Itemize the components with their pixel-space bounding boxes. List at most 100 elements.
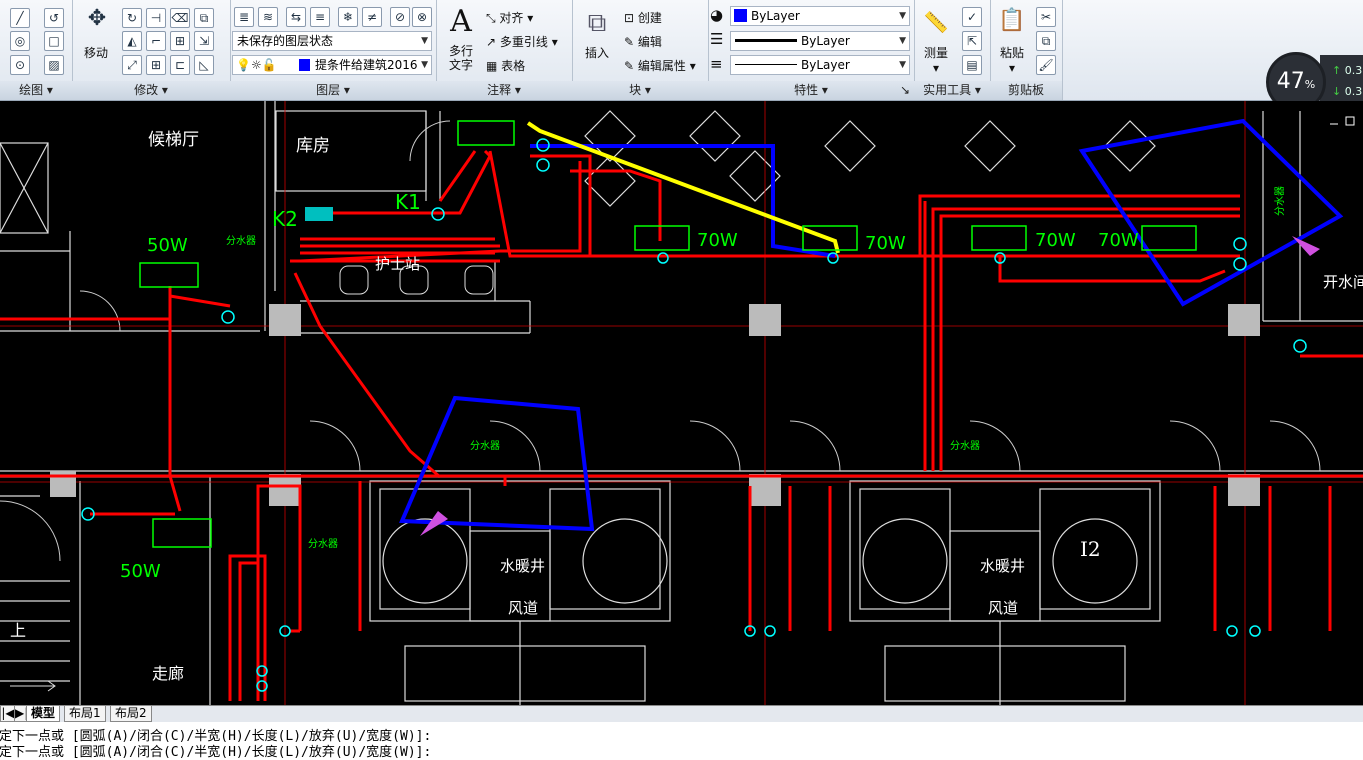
layers-panel-title[interactable]: 图层 ▾ (230, 81, 436, 100)
color-wheel-icon[interactable]: ◕ (710, 6, 723, 24)
paste-icon[interactable]: 📋 (994, 8, 1030, 33)
draw-panel-title[interactable]: 绘图 ▾ (0, 81, 72, 100)
tab-layout1[interactable]: 布局1 (64, 706, 106, 722)
cad-drawing[interactable]: 候梯厅 库房 护士站 开水间 水暖井 风道 水暖井 风道 走廊 上 K1 K2 … (0, 101, 1363, 705)
layer-unlock-icon[interactable]: ⊗ (412, 7, 432, 27)
properties-panel: ◕ ByLayer ▼ ☰ ByLayer ▼ ≡ ByLayer ▼ 特性 ▾ ↘ (708, 0, 915, 100)
paste-label[interactable]: 粘贴 ▾ (994, 44, 1030, 75)
power-label: 50W (147, 235, 188, 256)
array-icon[interactable]: ⊞ (146, 55, 166, 75)
match-properties-icon[interactable]: 🖌 (1036, 55, 1056, 75)
hatch-icon[interactable]: ▨ (44, 55, 64, 75)
circle-icon[interactable]: ◎ (10, 31, 30, 51)
layer-properties-icon[interactable]: ≣ (234, 7, 254, 27)
utilities-panel-title[interactable]: 实用工具 ▾ (914, 81, 990, 100)
polyline-icon[interactable]: ↺ (44, 8, 64, 28)
scale-icon[interactable]: ⤢ (122, 55, 142, 75)
measure-icon[interactable]: 📏 (918, 10, 954, 34)
table-button[interactable]: ▦ 表格 (486, 57, 525, 74)
utilities-panel: 📏 测量 ▾ ✓ ⇱ ▤ 实用工具 ▾ (914, 0, 991, 100)
heating-pipes (0, 149, 1363, 701)
move-label[interactable]: 移动 (84, 44, 108, 61)
drawing-canvas[interactable]: 候梯厅 库房 护士站 开水间 水暖井 风道 水暖井 风道 走廊 上 K1 K2 … (0, 101, 1363, 705)
mtext-icon[interactable]: A (446, 4, 476, 39)
tag-label: I2 (1080, 537, 1101, 561)
room-label: 开水间 (1323, 273, 1363, 291)
power-labels: 50W 50W 70W 70W 70W 70W (120, 230, 1139, 582)
layer-lock-icon[interactable]: ⊘ (390, 7, 410, 27)
insert-label[interactable]: 插入 (580, 44, 614, 61)
explode-icon[interactable]: ⊞ (170, 31, 190, 51)
clipboard-panel-title[interactable]: 剪贴板 (990, 81, 1062, 100)
draw-panel: ╱ ↺ ◎ □ ⊙ ▨ 绘图 ▾ (0, 0, 73, 100)
rotate-icon[interactable]: ↻ (122, 8, 142, 28)
layout-tab-bar: |◀ ▶| 模型 布局1 布局2 (0, 705, 1363, 722)
mirror-icon[interactable]: ◭ (122, 31, 142, 51)
create-block-button[interactable]: ⊡ 创建 (624, 9, 662, 26)
network-speed-panel: ↑ 0.3 ↓ 0.3 (1320, 55, 1363, 103)
quick-select-icon[interactable]: ✓ (962, 7, 982, 27)
layer-match-icon[interactable]: ≋ (258, 7, 278, 27)
move-icon[interactable]: ✥ (84, 8, 110, 36)
layer-freeze-icon[interactable]: ❄ (338, 7, 358, 27)
walls (0, 101, 1363, 705)
tab-model[interactable]: 模型 (26, 706, 61, 722)
ribbon: ╱ ↺ ◎ □ ⊙ ▨ 绘图 ▾ ✥ 移动 ↻ ⊣ ⌫ ⧉ ◭ ⌐ ⊞ ⇲ ⤢ … (0, 0, 1363, 101)
blue-markup (399, 118, 1344, 532)
edit-block-button[interactable]: ✎ 编辑 (624, 33, 662, 50)
copy-icon[interactable]: ⧉ (194, 8, 214, 28)
stretch-icon[interactable]: ⇲ (194, 31, 214, 51)
chamfer-icon[interactable]: ◺ (194, 55, 214, 75)
room-label: 候梯厅 (148, 130, 199, 150)
align-button[interactable]: ⤡ 对齐 ▾ (486, 9, 533, 26)
lineweight-preview (735, 64, 797, 65)
trim-icon[interactable]: ⊣ (146, 8, 166, 28)
power-label: 50W (120, 561, 161, 582)
rectangle-icon[interactable]: □ (44, 31, 64, 51)
erase-icon[interactable]: ⌫ (170, 8, 190, 28)
fillet-icon[interactable]: ⌐ (146, 31, 166, 51)
line-icon[interactable]: ╱ (10, 8, 30, 28)
measure-label[interactable]: 测量 ▾ (918, 44, 954, 75)
tab-layout2[interactable]: 布局2 (110, 706, 152, 722)
mleader-button[interactable]: ↗ 多重引线 ▾ (486, 33, 558, 50)
layer-off-icon[interactable]: ≠ (362, 7, 382, 27)
annotation-panel-title[interactable]: 注释 ▾ (436, 81, 572, 100)
layer-previous-icon[interactable]: ⇆ (286, 7, 306, 27)
hatched-equipment (305, 207, 333, 221)
viewport-window-controls (1330, 116, 1355, 126)
mtext-label[interactable]: 多行文字 (444, 44, 478, 72)
ellipse-icon[interactable]: ⊙ (10, 55, 30, 75)
offset-icon[interactable]: ⊏ (170, 55, 190, 75)
tag-label: K2 (272, 207, 298, 231)
room-label: 上 (10, 621, 26, 640)
modify-panel-title[interactable]: 修改 ▾ (72, 81, 230, 100)
edit-attributes-button[interactable]: ✎ 编辑属性 ▾ (624, 57, 696, 74)
calculator-icon[interactable]: ▤ (962, 55, 982, 75)
linetype-preview (735, 39, 797, 42)
lineweight-dropdown[interactable]: ByLayer ▼ (730, 55, 910, 75)
cut-icon[interactable]: ✂ (1036, 7, 1056, 27)
linetype-dropdown[interactable]: ByLayer ▼ (730, 31, 910, 51)
room-label: 风道 (988, 599, 1018, 617)
tag-label: K1 (395, 190, 421, 214)
properties-panel-title[interactable]: 特性 ▾ ↘ (708, 81, 914, 100)
insert-block-icon[interactable]: ⧉ (580, 8, 614, 39)
distributor-label: 分水器 (470, 440, 500, 452)
power-label: 70W (697, 230, 738, 251)
block-panel-title[interactable]: 块 ▾ (572, 81, 708, 100)
layer-dropdown[interactable]: 💡☼🔓 提条件给建筑2016 ▼ (232, 55, 432, 75)
room-label: 水暖井 (980, 557, 1025, 575)
room-label: 水暖井 (500, 557, 545, 575)
linetype-icon[interactable]: ☰ (710, 30, 723, 48)
lineweight-icon[interactable]: ≡ (710, 55, 723, 73)
copy-clip-icon[interactable]: ⧉ (1036, 31, 1056, 51)
layer-state-dropdown[interactable]: 未保存的图层状态 ▼ (232, 31, 432, 51)
command-history-line: 指定下一点或 [圆弧(A)/闭合(C)/半宽(H)/长度(L)/放弃(U)/宽度… (0, 745, 432, 760)
layers-panel: ≣ ≋ ⇆ ≡ ❄ ≠ ⊘ ⊗ 未保存的图层状态 ▼ 💡☼🔓 提条件给建筑2016… (230, 0, 437, 100)
command-window[interactable]: 指定下一点或 [圆弧(A)/闭合(C)/半宽(H)/长度(L)/放弃(U)/宽度… (0, 722, 1363, 760)
layer-isolate-icon[interactable]: ≡ (310, 7, 330, 27)
distributor-label: 分水器 (950, 440, 980, 452)
select-all-icon[interactable]: ⇱ (962, 31, 982, 51)
color-dropdown[interactable]: ByLayer ▼ (730, 6, 910, 26)
